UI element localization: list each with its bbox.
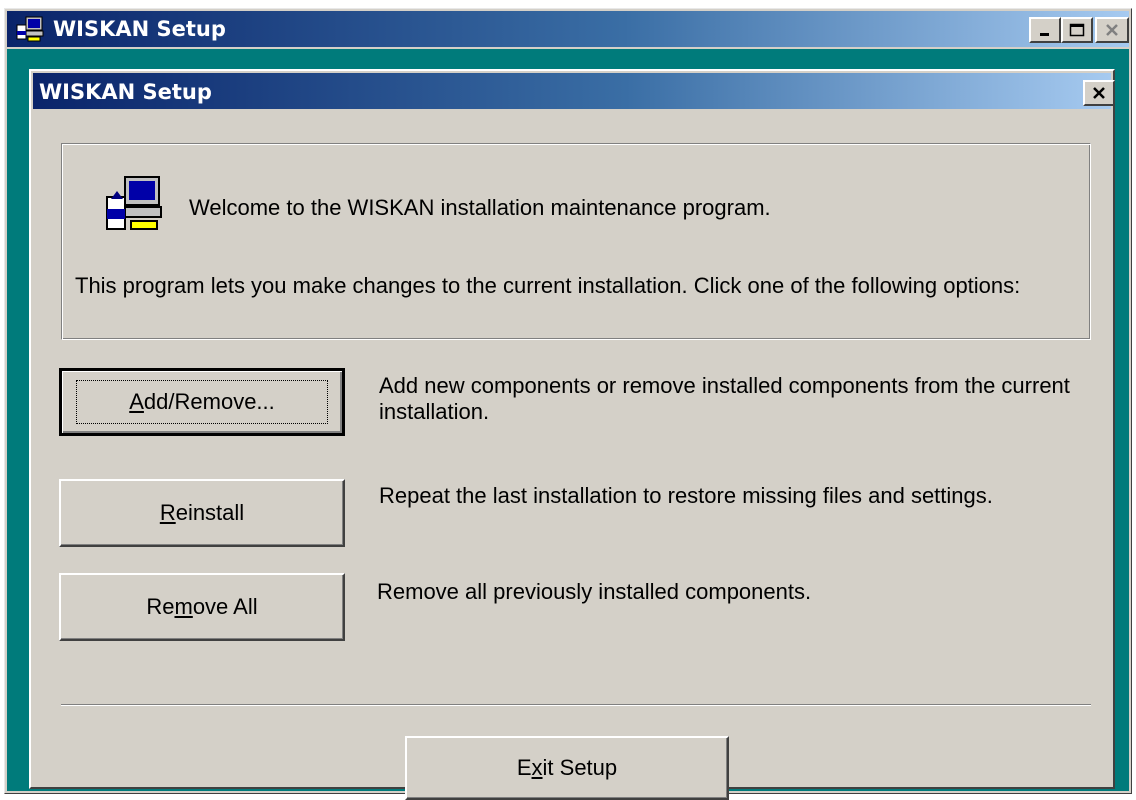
maximize-icon: [1069, 23, 1085, 37]
add-remove-label: Add/Remove...: [76, 380, 328, 424]
setup-computer-icon: [106, 176, 162, 230]
outer-window: WISKAN Setup WISKAN Setup Welcome to the…: [4, 8, 1132, 800]
welcome-text: Welcome to the WISKAN installation maint…: [189, 195, 771, 220]
exit-setup-button[interactable]: Exit Setup: [405, 736, 729, 800]
dialog-close-button[interactable]: [1083, 80, 1115, 106]
remove-all-description: Remove all previously installed componen…: [377, 579, 812, 604]
exit-setup-label: Exit Setup: [516, 755, 618, 780]
remove-all-button[interactable]: Remove All: [59, 573, 345, 641]
minimize-button[interactable]: [1029, 17, 1061, 43]
add-remove-description: Add new components or remove installed c…: [379, 373, 1070, 424]
add-remove-button[interactable]: Add/Remove...: [59, 368, 345, 436]
close-icon: [1093, 87, 1105, 99]
intro-text: This program lets you make changes to th…: [75, 273, 1021, 298]
setup-computer-icon: [16, 16, 44, 42]
welcome-frame: [61, 143, 1091, 340]
minimize-icon: [1040, 33, 1049, 36]
setup-dialog: WISKAN Setup Welcome to the WISKAN insta…: [29, 69, 1115, 800]
close-icon: [1106, 24, 1118, 36]
divider: [61, 704, 1091, 706]
remove-all-label: Remove All: [146, 594, 258, 619]
dialog-title-bar[interactable]: WISKAN Setup: [33, 73, 1115, 109]
reinstall-description: Repeat the last installation to restore …: [379, 483, 993, 508]
outer-close-button[interactable]: [1095, 17, 1129, 43]
outer-title-bar[interactable]: WISKAN Setup: [7, 11, 1129, 47]
dialog-title: WISKAN Setup: [39, 80, 212, 104]
maximize-button[interactable]: [1061, 17, 1093, 43]
desktop-area: WISKAN Setup Welcome to the WISKAN insta…: [7, 49, 1129, 800]
outer-window-title: WISKAN Setup: [53, 17, 226, 41]
reinstall-label: Reinstall: [159, 500, 245, 525]
reinstall-button[interactable]: Reinstall: [59, 479, 345, 547]
